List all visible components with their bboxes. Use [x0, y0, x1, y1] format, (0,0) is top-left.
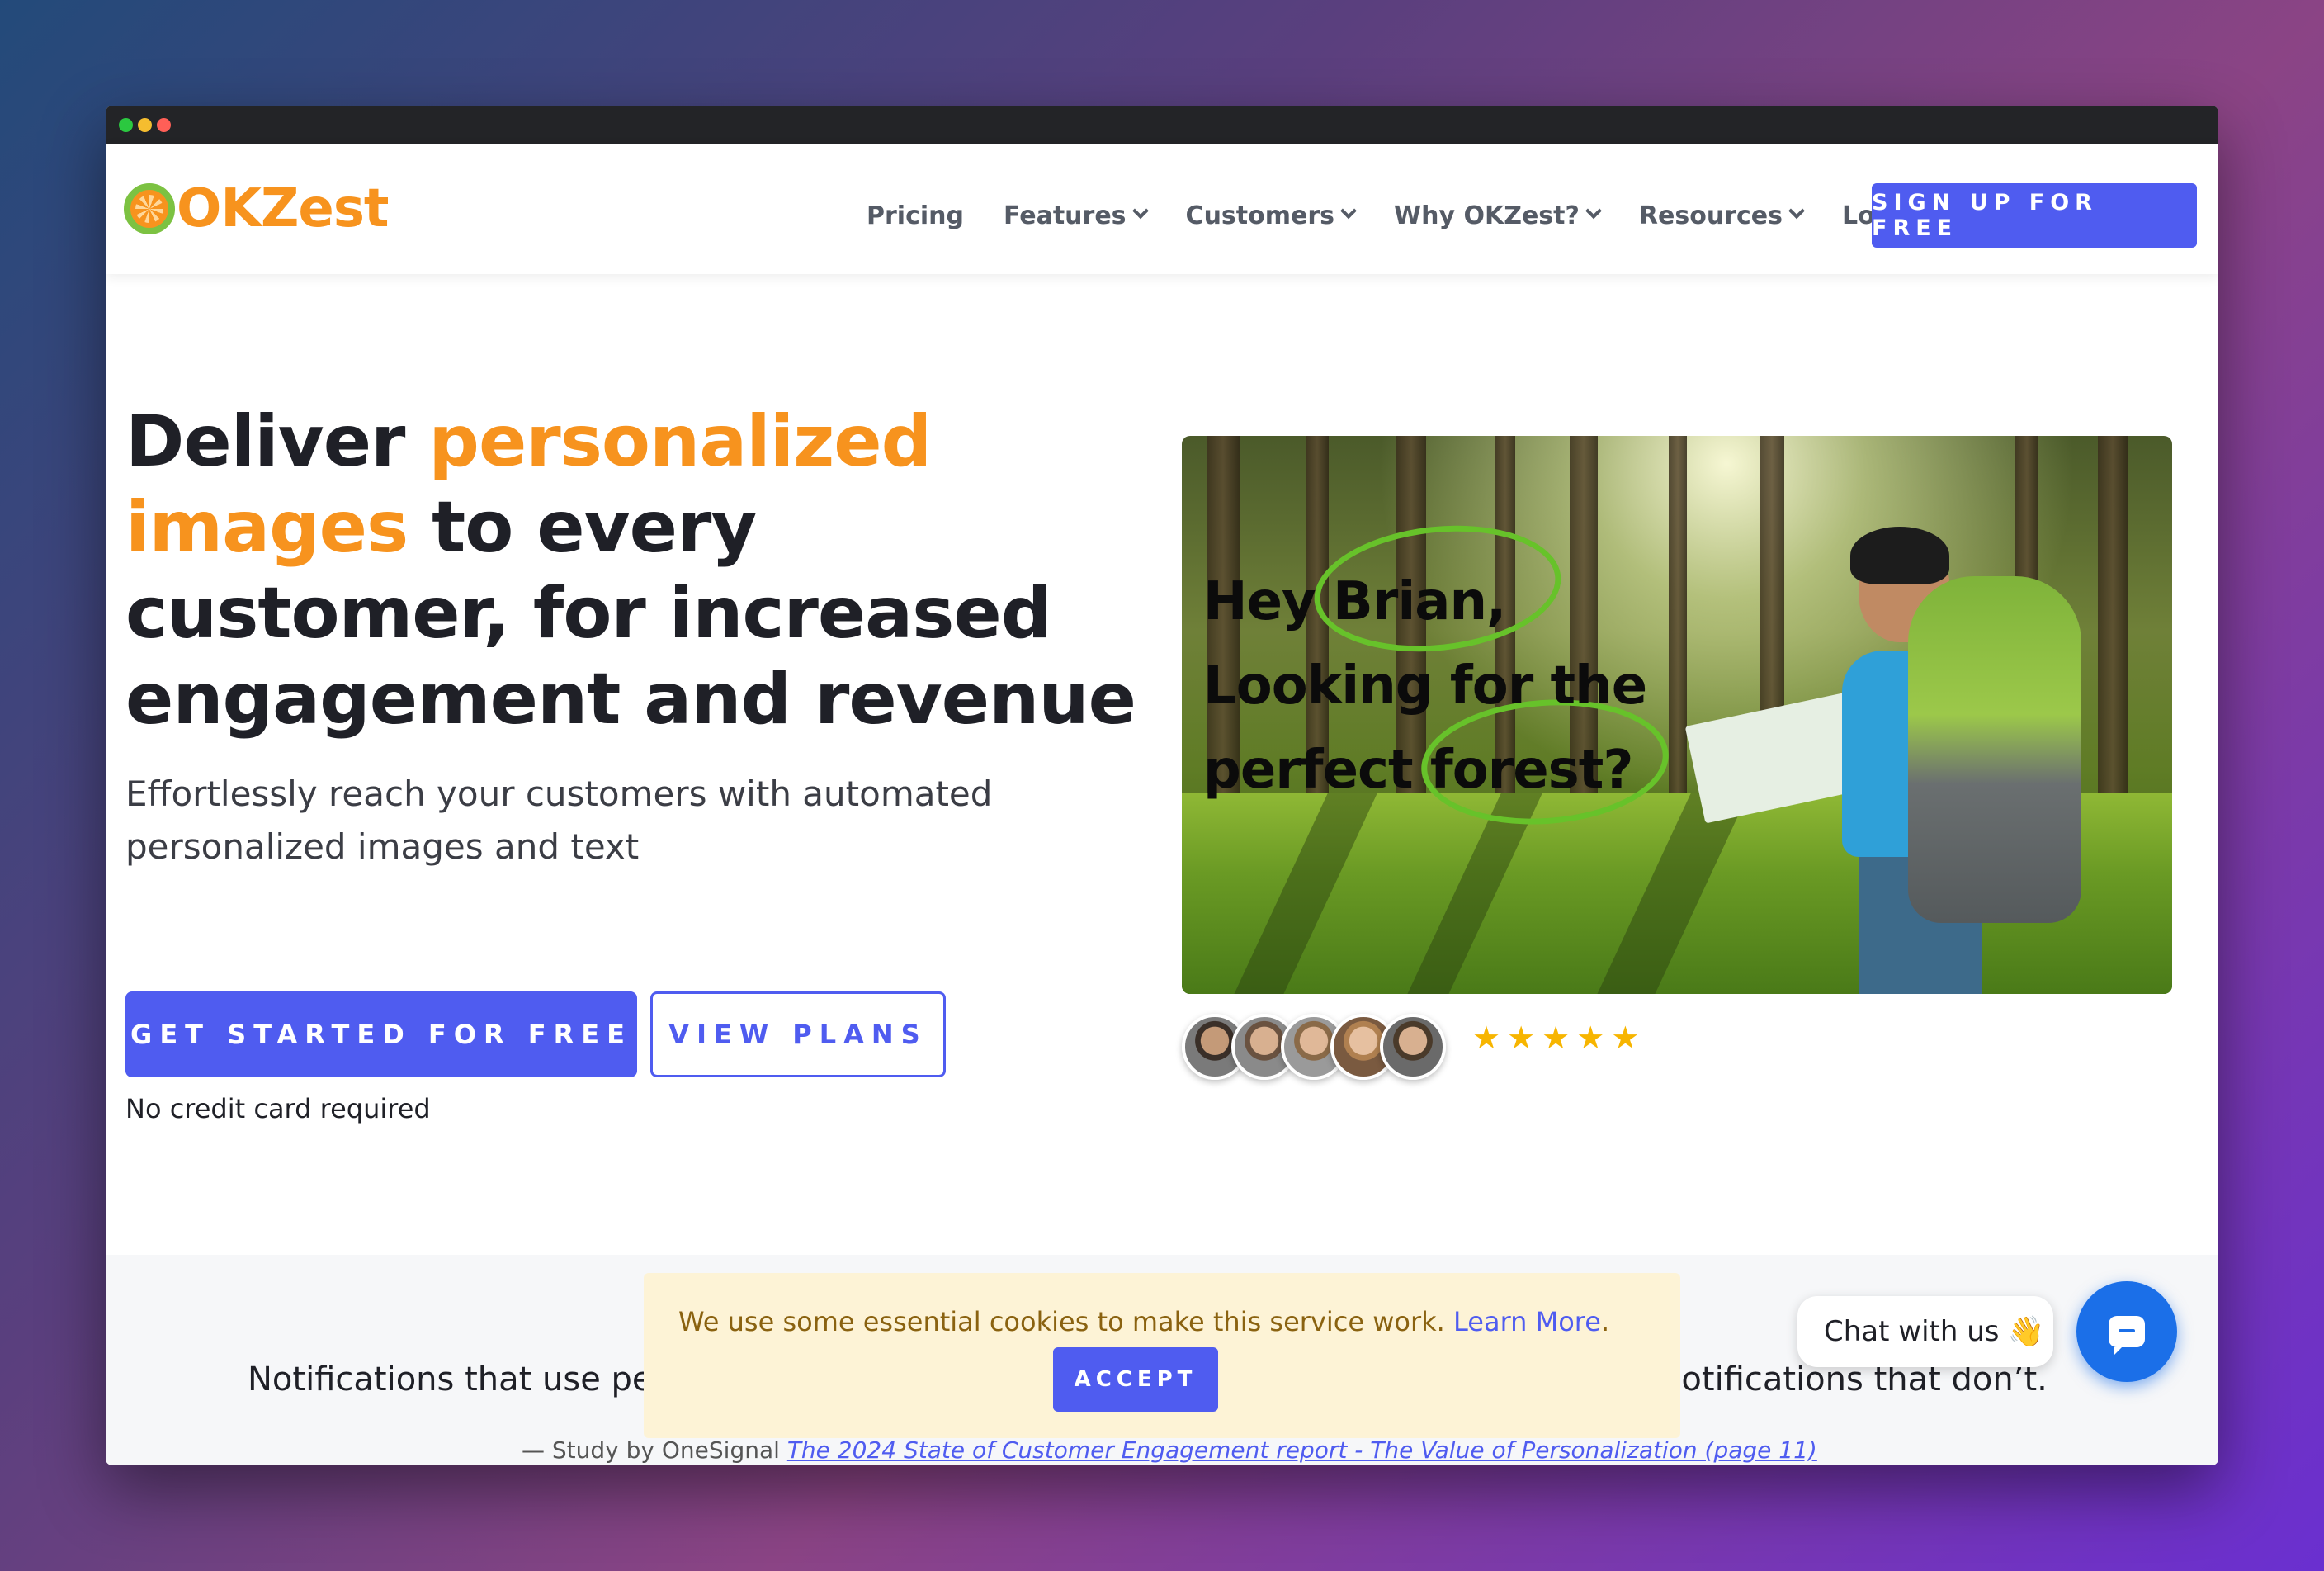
window-titlebar — [106, 106, 2218, 144]
stats-text-left: Notifications that use pe — [248, 1360, 653, 1398]
browser-window: OKZest Pricing Features Customers Why OK… — [106, 106, 2218, 1465]
hero-title-pre: Deliver — [125, 400, 429, 483]
site-header: OKZest Pricing Features Customers Why OK… — [106, 144, 2218, 274]
backpack-illustration — [1908, 576, 2081, 923]
overlay-greeting: Hey — [1203, 571, 1333, 632]
star-icon: ★ — [1542, 1020, 1571, 1056]
avatar — [1380, 1014, 1446, 1080]
overlay-line3-b: forest? — [1429, 740, 1634, 801]
star-icon: ★ — [1472, 1020, 1501, 1056]
cookie-banner: We use some essential cookies to make th… — [644, 1273, 1680, 1438]
chevron-down-icon — [1788, 202, 1805, 220]
star-icon: ★ — [1576, 1020, 1605, 1056]
get-started-button[interactable]: GET STARTED FOR FREE — [125, 991, 637, 1077]
cookie-text: We use some essential cookies to make th… — [678, 1306, 1453, 1337]
overlay-line2: Looking for the — [1203, 655, 1647, 717]
brand-name: OKZest — [177, 178, 389, 239]
nav-features-label: Features — [1003, 201, 1127, 230]
chat-prompt-pill[interactable]: Chat with us 👋 — [1797, 1296, 2053, 1367]
chevron-down-icon — [1585, 202, 1602, 220]
star-icon: ★ — [1507, 1020, 1536, 1056]
nav-customers[interactable]: Customers — [1185, 201, 1357, 230]
cookie-message: We use some essential cookies to make th… — [678, 1306, 1609, 1337]
study-citation: — Study by OneSignal The 2024 State of C… — [522, 1436, 1817, 1464]
star-icon: ★ — [1611, 1020, 1640, 1056]
chat-launcher-button[interactable] — [2076, 1281, 2177, 1382]
customer-avatars — [1182, 1014, 1446, 1080]
nav-resources-label: Resources — [1638, 201, 1783, 230]
nav-pricing[interactable]: Pricing — [867, 201, 964, 230]
waving-hand-icon: 👋 — [2007, 1315, 2045, 1349]
nav-resources[interactable]: Resources — [1638, 201, 1805, 230]
hero-title: Deliver personalized images to every cus… — [125, 399, 1157, 742]
rating-stars: ★ ★ ★ ★ ★ — [1472, 1022, 1639, 1053]
nav-customers-label: Customers — [1185, 201, 1334, 230]
personalized-overlay-text: Hey Brian, Looking for the perfect fores… — [1203, 560, 1647, 812]
nav-why-okzest[interactable]: Why OKZest? — [1394, 201, 1602, 230]
cookie-suffix: . — [1600, 1306, 1610, 1337]
hero-subtitle: Effortlessly reach your customers with a… — [125, 774, 993, 867]
main-nav: Pricing Features Customers Why OKZest? R… — [867, 183, 1958, 248]
chevron-down-icon — [1131, 202, 1149, 220]
signup-button[interactable]: SIGN UP FOR FREE — [1872, 183, 2197, 248]
overlay-name: Brian, — [1332, 571, 1506, 632]
no-credit-card-note: No credit card required — [125, 1093, 431, 1124]
nav-pricing-label: Pricing — [867, 201, 964, 230]
window-maximize-button[interactable] — [119, 117, 133, 132]
study-prefix: — Study by OneSignal — [522, 1436, 787, 1464]
nav-features[interactable]: Features — [1003, 201, 1149, 230]
overlay-line3-a: perfect — [1203, 740, 1430, 801]
brand-logo[interactable]: OKZest — [124, 178, 389, 239]
study-link[interactable]: The 2024 State of Customer Engagement re… — [787, 1436, 1817, 1464]
orange-slice-icon — [124, 183, 175, 234]
window-minimize-button[interactable] — [138, 117, 152, 132]
chevron-down-icon — [1340, 202, 1357, 220]
hero-personalized-image: Hey Brian, Looking for the perfect fores… — [1182, 436, 2172, 994]
chat-bubble-icon — [2109, 1316, 2145, 1356]
view-plans-button[interactable]: VIEW PLANS — [650, 991, 946, 1077]
cookie-learn-more-link[interactable]: Learn More — [1453, 1306, 1601, 1337]
nav-why-okzest-label: Why OKZest? — [1394, 201, 1580, 230]
window-close-button[interactable] — [157, 117, 171, 132]
cookie-accept-button[interactable]: ACCEPT — [1053, 1347, 1218, 1412]
chat-prompt-label: Chat with us — [1824, 1315, 2000, 1348]
